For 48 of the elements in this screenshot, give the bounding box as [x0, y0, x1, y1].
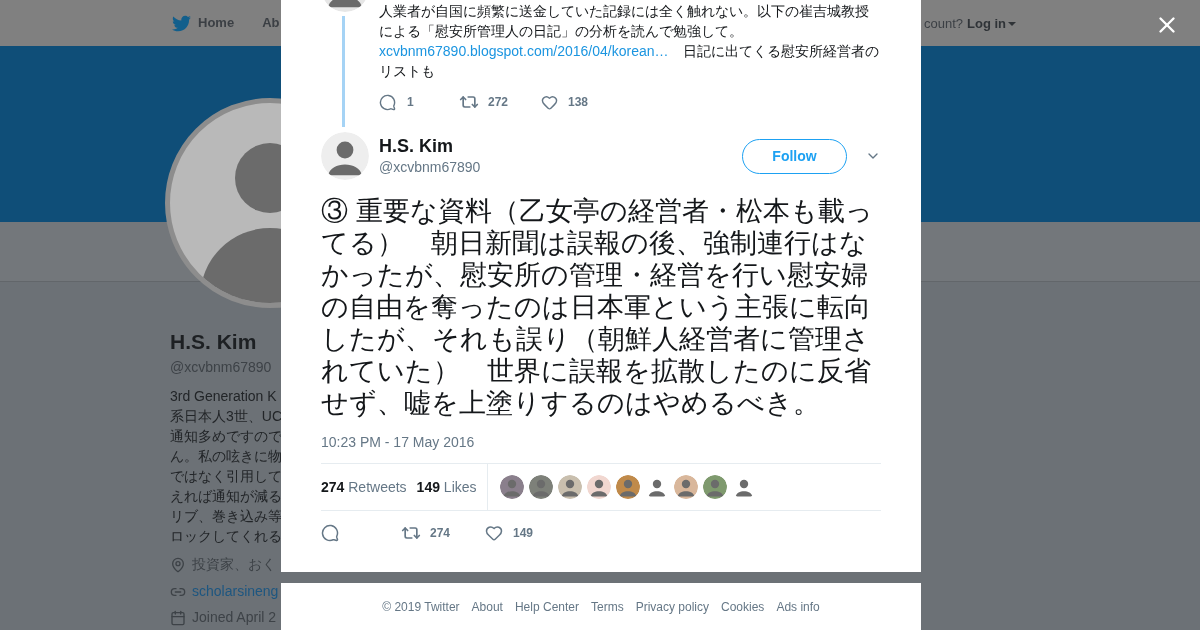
avatar	[557, 475, 582, 499]
nav-link[interactable]: Home	[172, 13, 235, 33]
avatar	[321, 132, 369, 180]
bio-line: リブ、巻き込み等	[170, 507, 282, 526]
bird-icon	[172, 13, 191, 33]
footer-link[interactable]: Help Center	[514, 597, 579, 616]
tweet-timestamp: 10:23 PM - 17 May 2016	[321, 433, 476, 452]
bio-line: ではなく引用して	[170, 467, 282, 486]
reply-button[interactable]: 1	[379, 93, 459, 111]
avatar	[528, 475, 553, 499]
profile-name: H.S. Kim	[170, 329, 257, 355]
avatar	[673, 475, 698, 499]
author-handle: @xcvbnm67890	[379, 158, 482, 177]
location-pin-icon	[170, 556, 186, 573]
retweet-button[interactable]: 274	[401, 523, 485, 543]
footer-link[interactable]: Privacy policy	[635, 597, 709, 616]
bio-line: ロックしてくれる	[170, 527, 282, 546]
footer-link[interactable]: Terms	[591, 597, 624, 616]
bio-line: ん。私の呟きに物	[170, 447, 282, 466]
author-name: H.S. Kim	[379, 135, 454, 157]
likes-stat[interactable]: 149 Likes	[416, 476, 477, 498]
calendar-icon	[170, 609, 186, 626]
like-button[interactable]: 149	[485, 524, 534, 542]
heart-icon	[541, 93, 558, 111]
nav-link[interactable]: Ab	[262, 13, 280, 33]
login-link[interactable]: Log in	[967, 14, 1017, 34]
bio-line: 3rd Generation K	[170, 387, 277, 406]
tweet-link[interactable]: xcvbnm67890.blogspot.com/2016/04/korean…	[379, 43, 669, 59]
retweet-button[interactable]: 272	[459, 92, 541, 112]
avatar	[586, 475, 611, 499]
login-prompt: count?	[924, 15, 964, 33]
bio-line: 通知多めですので	[170, 427, 282, 446]
bio-line: えれば通知が減る	[170, 487, 282, 506]
tweet-text: ③ 重要な資料（乙女亭の経営者・松本も載ってる） 朝日新聞は誤報の後、強制連行はなかったが、慰安所の管理・経営を行い慰安婦の自由を奪ったのは日本軍という主張に転向したが、それも誤り（朝鮮人経営者に管理されていた） 世界に誤報を拡散したのに反省せず、嘘を上塗りするのはやめるべき。	[321, 195, 874, 419]
heart-icon	[485, 524, 503, 542]
footer-link[interactable]: Ads info	[776, 597, 820, 616]
speech-bubble-icon	[379, 93, 396, 111]
footer-link[interactable]: About	[471, 597, 503, 616]
avatar	[499, 475, 524, 499]
speech-bubble-icon	[321, 524, 339, 542]
retweets-stat[interactable]: 274 Retweets	[321, 476, 407, 498]
bio-line: 系日本人3世、UC	[170, 407, 282, 426]
avatar	[615, 475, 640, 499]
footer-link[interactable]: Cookies	[721, 597, 765, 616]
parent-tweet-text: 人業者が自国に頻繁に送金していた記録には全く触れない。以下の崔吉城教授による「慰安所管理人の日記」の分析を読んで勉強して。 xcvbnm67890.blogspot.com/2016/04/korean… 日記に出てくる慰安所経営者のリストも	[379, 2, 880, 81]
footer-link[interactable]: © 2019 Twitter	[382, 597, 460, 616]
like-button[interactable]: 138	[541, 93, 589, 111]
avatar	[702, 475, 727, 499]
